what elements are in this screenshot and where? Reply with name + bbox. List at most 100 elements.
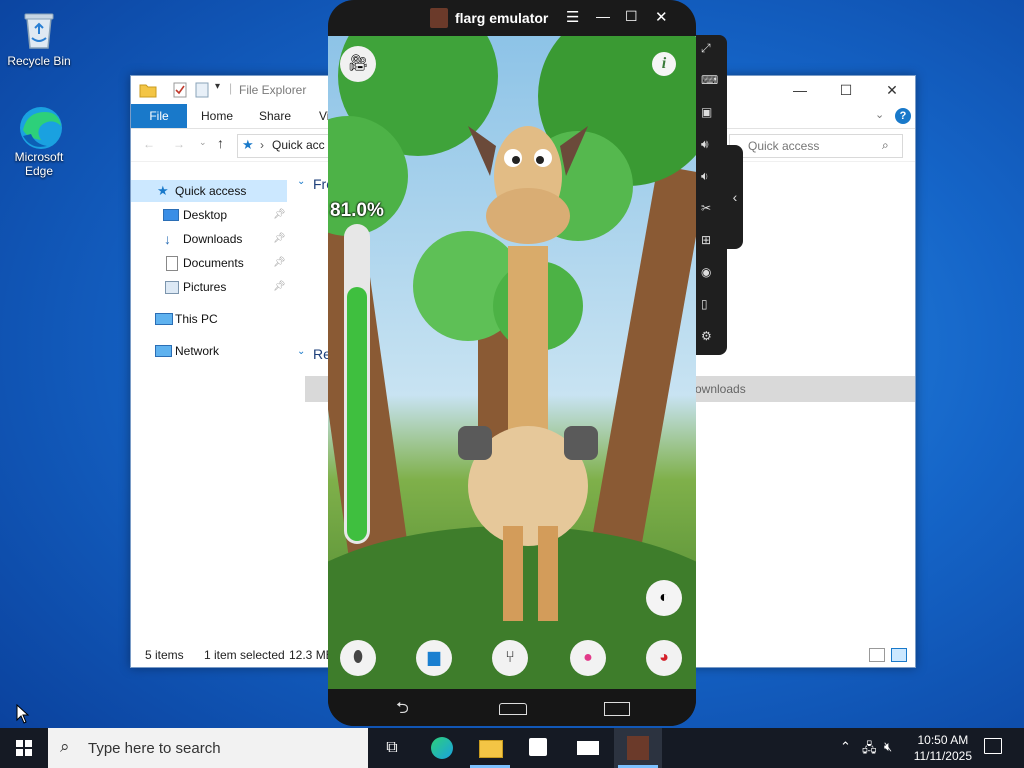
android-back-icon[interactable]: ⮌ <box>396 697 409 724</box>
pin-icon[interactable]: 📌︎ <box>273 228 286 250</box>
taskbar-clock[interactable]: 10:50 AM 11/11/2025 <box>914 732 972 764</box>
maximize-button[interactable]: ☐ <box>823 76 869 104</box>
taskbar-edge[interactable] <box>418 728 466 768</box>
pacifier-icon: ◐ <box>659 589 669 606</box>
clock-date: 11/11/2025 <box>913 749 972 763</box>
minimize-button[interactable]: — <box>777 76 823 104</box>
balloon-button[interactable]: ● <box>570 640 606 676</box>
folder-icon <box>479 740 503 758</box>
emulator-close-icon[interactable]: ✕ <box>655 8 668 26</box>
properties-icon[interactable] <box>173 82 187 101</box>
nav-item-downloads[interactable]: ↓ Downloads 📌︎ <box>131 228 287 250</box>
location-icon[interactable]: ◉ <box>701 265 722 286</box>
nav-item-quick-access[interactable]: ★ Quick access <box>131 180 287 202</box>
desktop-icon-edge[interactable]: Microsoft Edge <box>2 104 76 178</box>
install-apk-icon[interactable]: ▣ <box>701 105 722 126</box>
fullscreen-icon[interactable]: ⤢ <box>701 41 722 62</box>
help-icon[interactable]: ? <box>895 108 911 124</box>
emulator-titlebar[interactable]: flarg emulator ☰ — ☐ ✕ <box>328 0 696 36</box>
nav-item-network[interactable]: Network <box>131 340 287 362</box>
giraffe-character[interactable] <box>428 96 628 636</box>
forward-icon[interactable]: → <box>173 137 185 151</box>
large-icons-view-icon[interactable] <box>891 648 907 662</box>
new-folder-icon[interactable] <box>195 82 209 101</box>
nav-item-pictures[interactable]: Pictures 📌︎ <box>131 276 287 298</box>
volume-muted-icon[interactable]: 🔇︎ <box>884 739 892 755</box>
start-button[interactable] <box>0 728 48 768</box>
show-hidden-icons-icon[interactable]: ⌃ <box>840 739 851 755</box>
network-status-icon[interactable]: 🖧︎ <box>862 739 877 761</box>
android-home-icon[interactable] <box>499 703 527 715</box>
close-button[interactable]: ✕ <box>869 76 915 104</box>
emulator-window[interactable]: flarg emulator ☰ — ☐ ✕ 🎥︎ i 81.0% ◐ ⬮ ▆ … <box>328 0 696 726</box>
chevron-left-icon: ‹ <box>732 189 738 205</box>
nav-item-desktop[interactable]: Desktop 📌︎ <box>131 204 287 226</box>
nav-label: This PC <box>175 312 218 326</box>
nav-item-documents[interactable]: Documents 📌︎ <box>131 252 287 274</box>
tab-file[interactable]: File <box>131 104 187 128</box>
address-text: Quick acc <box>272 138 325 152</box>
video-record-button[interactable]: 🎥︎ <box>340 46 376 82</box>
search-box[interactable]: Quick access ⌕ <box>729 134 903 158</box>
hoof-button[interactable]: ⬮ <box>340 640 376 676</box>
desktop-icon-recycle-bin[interactable]: Recycle Bin <box>2 8 76 68</box>
up-icon[interactable]: ↑ <box>217 135 224 151</box>
volume-up-icon[interactable]: 🔊︎ <box>701 137 722 158</box>
emulator-screen[interactable]: 🎥︎ i 81.0% ◐ ⬮ ▆ ⑂ ● ◕ <box>328 36 696 689</box>
task-view-button[interactable]: ⧉ <box>368 728 416 768</box>
video-camera-icon: 🎥︎ <box>347 55 369 72</box>
nav-label: Quick access <box>175 184 247 198</box>
search-icon: ⌕ <box>60 737 70 756</box>
info-button[interactable]: i <box>652 52 676 76</box>
nav-label: Downloads <box>183 232 243 246</box>
water-button[interactable]: ▆ <box>416 640 452 676</box>
ribbon-expand-icon[interactable]: ⌄ <box>875 108 884 121</box>
pin-icon[interactable]: 📌︎ <box>273 204 286 226</box>
emulator-app-icon <box>430 8 448 28</box>
recent-locations-icon[interactable]: ⌄ <box>199 137 207 148</box>
kiss-button[interactable]: ◕ <box>646 640 682 676</box>
nav-label: Desktop <box>183 208 228 222</box>
notification-center-icon[interactable] <box>984 738 1002 754</box>
android-nav-bar: ⮌ <box>328 689 696 726</box>
back-icon[interactable]: ← <box>143 137 155 151</box>
shake-icon[interactable]: ▯ <box>701 297 722 318</box>
pictures-icon <box>165 281 179 294</box>
nav-label: Network <box>175 344 220 358</box>
android-recents-icon[interactable] <box>604 702 630 716</box>
emulator-sidebar: ⤢ ⌨ ▣ 🔊︎ 🔉︎ ✂ ⊞ ◉ ▯ ⚙ <box>696 35 727 355</box>
taskbar-file-explorer[interactable] <box>466 728 514 768</box>
pin-icon[interactable]: 📌︎ <box>273 252 286 274</box>
keyboard-icon[interactable]: ⌨ <box>701 73 722 94</box>
folder-icon <box>139 82 157 101</box>
food-button[interactable]: ⑂ <box>492 640 528 676</box>
multi-instance-icon[interactable]: ⊞ <box>701 233 722 254</box>
tab-home[interactable]: Home <box>187 104 247 128</box>
details-view-icon[interactable] <box>869 648 885 662</box>
search-placeholder: Quick access <box>748 139 820 153</box>
explorer-title: File Explorer <box>239 83 307 97</box>
taskbar-store[interactable] <box>514 728 562 768</box>
emulator-minimize-icon[interactable]: — <box>596 8 610 24</box>
address-field[interactable]: ★ › Quick acc <box>237 134 331 158</box>
pacifier-button[interactable]: ◐ <box>646 580 682 616</box>
menu-icon[interactable]: ☰ <box>566 8 579 26</box>
edge-label-line2: Edge <box>24 164 54 178</box>
recent-collapse-icon[interactable]: ⌄ <box>297 346 305 357</box>
status-size: 12.3 MB <box>289 648 334 662</box>
volume-down-icon[interactable]: 🔉︎ <box>701 169 722 190</box>
sidebar-collapse-button[interactable]: ‹ <box>727 145 743 249</box>
taskbar-mail[interactable] <box>564 728 612 768</box>
lips-icon: ◕ <box>659 649 669 666</box>
pin-icon[interactable]: 📌︎ <box>273 276 286 298</box>
customize-toolbar-icon[interactable]: ▾ <box>215 81 220 92</box>
tab-share[interactable]: Share <box>245 104 305 128</box>
emulator-maximize-icon[interactable]: ☐ <box>625 8 638 25</box>
screenshot-cut-icon[interactable]: ✂ <box>701 201 722 222</box>
settings-gear-icon[interactable]: ⚙ <box>701 329 722 350</box>
fork-knife-icon: ⑂ <box>505 649 515 666</box>
frequent-collapse-icon[interactable]: ⌄ <box>297 176 305 187</box>
nav-item-this-pc[interactable]: This PC <box>131 308 287 330</box>
taskbar-search[interactable]: ⌕ Type here to search <box>48 728 368 768</box>
taskbar-emulator[interactable] <box>614 728 662 768</box>
